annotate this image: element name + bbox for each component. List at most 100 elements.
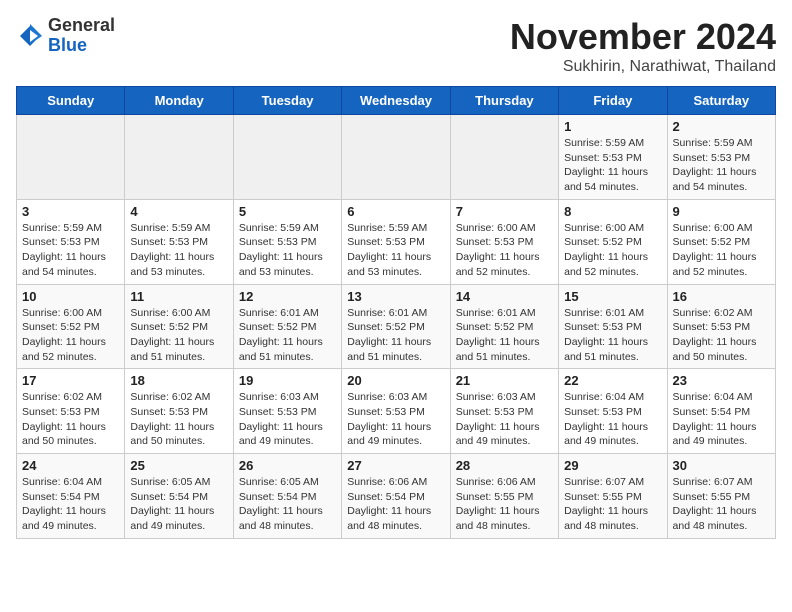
- day-number: 26: [239, 458, 336, 473]
- calendar-cell: [233, 115, 341, 200]
- day-number: 28: [456, 458, 553, 473]
- calendar-week-row: 3Sunrise: 5:59 AM Sunset: 5:53 PM Daylig…: [17, 199, 776, 284]
- calendar-cell: 17Sunrise: 6:02 AM Sunset: 5:53 PM Dayli…: [17, 369, 125, 454]
- calendar-cell: 19Sunrise: 6:03 AM Sunset: 5:53 PM Dayli…: [233, 369, 341, 454]
- calendar-week-row: 17 Sunrise: 6:02 AM Sunset: 5:53 PM Dayli…: [17, 369, 776, 454]
- calendar-week-row: 1 Sunrise: 5:59 AM Sunset: 5:53 PM Daylig…: [17, 115, 776, 200]
- weekday-header-cell: Thursday: [450, 87, 558, 115]
- calendar-cell: 14 Sunrise: 6:01 AM Sunset: 5:52 PM Dayli…: [450, 284, 558, 369]
- day-number: 20: [347, 373, 444, 388]
- day-number: 1: [564, 119, 661, 134]
- calendar-cell: 25 Sunrise: 6:05 AM Sunset: 5:54 PM Dayli…: [125, 454, 233, 539]
- day-number: 9: [673, 204, 770, 219]
- day-number: 11: [130, 289, 227, 304]
- calendar-cell: 23 Sunrise: 6:04 AM Sunset: 5:54 PM Dayli…: [667, 369, 775, 454]
- day-info: Sunrise: 6:01 AM Sunset: 5:53 PM Dayligh…: [564, 306, 661, 365]
- day-number: 14: [456, 289, 553, 304]
- weekday-header-cell: Friday: [559, 87, 667, 115]
- title-block: November 2024 Sukhirin, Narathiwat, Thai…: [510, 16, 776, 76]
- day-number: 27: [347, 458, 444, 473]
- day-info: Sunrise: 5:59 AM Sunset: 5:53 PM Dayligh…: [673, 136, 770, 195]
- day-number: 30: [673, 458, 770, 473]
- day-number: 13: [347, 289, 444, 304]
- calendar-cell: [17, 115, 125, 200]
- day-info: Sunrise: 6:04 AM Sunset: 5:54 PM Dayligh…: [22, 475, 119, 534]
- page-header: General Blue November 2024 Sukhirin, Nar…: [16, 16, 776, 76]
- calendar-cell: 4 Sunrise: 5:59 AM Sunset: 5:53 PM Daylig…: [125, 199, 233, 284]
- weekday-header-cell: Monday: [125, 87, 233, 115]
- calendar-cell: 28Sunrise: 6:06 AM Sunset: 5:55 PM Dayli…: [450, 454, 558, 539]
- calendar-cell: 22Sunrise: 6:04 AM Sunset: 5:53 PM Dayli…: [559, 369, 667, 454]
- calendar-title: November 2024: [510, 16, 776, 58]
- calendar-cell: 6Sunrise: 5:59 AM Sunset: 5:53 PM Daylig…: [342, 199, 450, 284]
- day-number: 5: [239, 204, 336, 219]
- calendar-cell: 10Sunrise: 6:00 AM Sunset: 5:52 PM Dayli…: [17, 284, 125, 369]
- day-number: 8: [564, 204, 661, 219]
- day-info: Sunrise: 6:05 AM Sunset: 5:54 PM Dayligh…: [130, 475, 227, 534]
- calendar-cell: 16 Sunrise: 6:02 AM Sunset: 5:53 PM Dayli…: [667, 284, 775, 369]
- day-info: Sunrise: 6:03 AM Sunset: 5:53 PM Dayligh…: [239, 390, 336, 449]
- weekday-header-cell: Wednesday: [342, 87, 450, 115]
- day-number: 12: [239, 289, 336, 304]
- day-number: 17: [22, 373, 119, 388]
- day-info: Sunrise: 5:59 AM Sunset: 5:53 PM Dayligh…: [347, 221, 444, 280]
- day-number: 18: [130, 373, 227, 388]
- day-info: Sunrise: 6:01 AM Sunset: 5:52 PM Dayligh…: [347, 306, 444, 365]
- calendar-cell: 24 Sunrise: 6:04 AM Sunset: 5:54 PM Dayli…: [17, 454, 125, 539]
- calendar-cell: [450, 115, 558, 200]
- day-info: Sunrise: 6:03 AM Sunset: 5:53 PM Dayligh…: [347, 390, 444, 449]
- calendar-cell: 3Sunrise: 5:59 AM Sunset: 5:53 PM Daylig…: [17, 199, 125, 284]
- day-info: Sunrise: 6:00 AM Sunset: 5:52 PM Dayligh…: [673, 221, 770, 280]
- day-number: 15: [564, 289, 661, 304]
- calendar-subtitle: Sukhirin, Narathiwat, Thailand: [510, 58, 776, 76]
- day-info: Sunrise: 5:59 AM Sunset: 5:53 PM Dayligh…: [130, 221, 227, 280]
- calendar-week-row: 10 Sunrise: 6:00 AM Sunset: 5:52 PM Dayli…: [17, 284, 776, 369]
- day-info: Sunrise: 6:01 AM Sunset: 5:52 PM Dayligh…: [239, 306, 336, 365]
- day-info: Sunrise: 6:07 AM Sunset: 5:55 PM Dayligh…: [673, 475, 770, 534]
- calendar-cell: 26 Sunrise: 6:05 AM Sunset: 5:54 PM Dayli…: [233, 454, 341, 539]
- day-info: Sunrise: 6:03 AM Sunset: 5:53 PM Dayligh…: [456, 390, 553, 449]
- day-number: 4: [130, 204, 227, 219]
- day-number: 10: [22, 289, 119, 304]
- calendar-cell: 9 Sunrise: 6:00 AM Sunset: 5:52 PM Daylig…: [667, 199, 775, 284]
- calendar-cell: 7Sunrise: 6:00 AM Sunset: 5:53 PM Daylig…: [450, 199, 558, 284]
- calendar-cell: 5 Sunrise: 5:59 AM Sunset: 5:53 PM Daylig…: [233, 199, 341, 284]
- calendar-cell: 12 Sunrise: 6:01 AM Sunset: 5:52 PM Dayli…: [233, 284, 341, 369]
- logo: General Blue: [16, 16, 115, 56]
- day-info: Sunrise: 6:01 AM Sunset: 5:52 PM Dayligh…: [456, 306, 553, 365]
- day-number: 23: [673, 373, 770, 388]
- calendar-cell: [125, 115, 233, 200]
- calendar-cell: 11 Sunrise: 6:00 AM Sunset: 5:52 PM Dayli…: [125, 284, 233, 369]
- day-info: Sunrise: 6:04 AM Sunset: 5:54 PM Dayligh…: [673, 390, 770, 449]
- calendar-cell: 29 Sunrise: 6:07 AM Sunset: 5:55 PM Dayli…: [559, 454, 667, 539]
- calendar-cell: 13 Sunrise: 6:01 AM Sunset: 5:52 PM Dayli…: [342, 284, 450, 369]
- calendar-cell: 15 Sunrise: 6:01 AM Sunset: 5:53 PM Dayli…: [559, 284, 667, 369]
- calendar-week-row: 24 Sunrise: 6:04 AM Sunset: 5:54 PM Dayli…: [17, 454, 776, 539]
- day-number: 16: [673, 289, 770, 304]
- day-info: Sunrise: 6:00 AM Sunset: 5:52 PM Dayligh…: [130, 306, 227, 365]
- calendar-header: SundayMondayTuesdayWednesdayThursdayFrid…: [17, 87, 776, 115]
- weekday-header-cell: Saturday: [667, 87, 775, 115]
- day-number: 29: [564, 458, 661, 473]
- day-number: 21: [456, 373, 553, 388]
- day-info: Sunrise: 6:02 AM Sunset: 5:53 PM Dayligh…: [130, 390, 227, 449]
- day-info: Sunrise: 6:00 AM Sunset: 5:52 PM Dayligh…: [564, 221, 661, 280]
- day-number: 7: [456, 204, 553, 219]
- calendar-cell: 2Sunrise: 5:59 AM Sunset: 5:53 PM Daylig…: [667, 115, 775, 200]
- day-number: 24: [22, 458, 119, 473]
- day-info: Sunrise: 5:59 AM Sunset: 5:53 PM Dayligh…: [239, 221, 336, 280]
- day-info: Sunrise: 6:05 AM Sunset: 5:54 PM Dayligh…: [239, 475, 336, 534]
- day-info: Sunrise: 6:02 AM Sunset: 5:53 PM Dayligh…: [673, 306, 770, 365]
- day-info: Sunrise: 6:07 AM Sunset: 5:55 PM Dayligh…: [564, 475, 661, 534]
- day-info: Sunrise: 5:59 AM Sunset: 5:53 PM Dayligh…: [564, 136, 661, 195]
- calendar-cell: 8 Sunrise: 6:00 AM Sunset: 5:52 PM Daylig…: [559, 199, 667, 284]
- day-number: 22: [564, 373, 661, 388]
- day-number: 25: [130, 458, 227, 473]
- calendar-cell: 1 Sunrise: 5:59 AM Sunset: 5:53 PM Daylig…: [559, 115, 667, 200]
- logo-icon: [16, 22, 44, 50]
- calendar-table: SundayMondayTuesdayWednesdayThursdayFrid…: [16, 86, 776, 539]
- calendar-cell: 21 Sunrise: 6:03 AM Sunset: 5:53 PM Dayli…: [450, 369, 558, 454]
- calendar-cell: 27Sunrise: 6:06 AM Sunset: 5:54 PM Dayli…: [342, 454, 450, 539]
- weekday-header-cell: Sunday: [17, 87, 125, 115]
- weekday-header-cell: Tuesday: [233, 87, 341, 115]
